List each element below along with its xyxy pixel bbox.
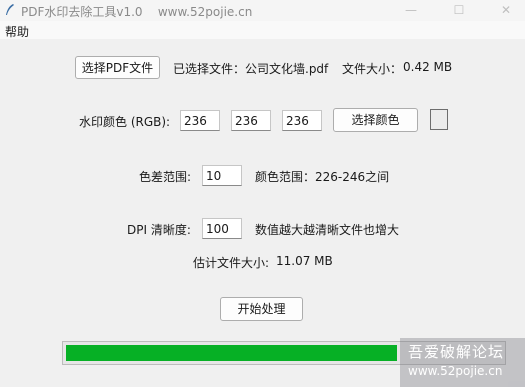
estimate-label: 估计文件大小: bbox=[193, 256, 270, 270]
feather-icon bbox=[6, 4, 14, 15]
site-watermark: 吾爱破解论坛 www.52pojie.cn bbox=[400, 338, 525, 387]
rgb-r-input[interactable] bbox=[180, 110, 220, 131]
menu-bar: 帮助 bbox=[0, 21, 525, 39]
select-pdf-button[interactable]: 选择PDF文件 bbox=[75, 56, 160, 79]
selected-file-label: 已选择文件： bbox=[173, 62, 246, 76]
watermark-line1: 吾爱破解论坛 bbox=[408, 343, 505, 361]
watermark-line2: www.52pojie.cn bbox=[408, 364, 503, 378]
file-size-label: 文件大小： bbox=[342, 62, 403, 76]
selected-file-name: 公司文化墙.pdf bbox=[245, 62, 329, 76]
minimize-button[interactable]: — bbox=[394, 0, 428, 21]
tolerance-input[interactable] bbox=[202, 165, 242, 186]
window-subtitle: www.52pojie.cn bbox=[157, 5, 253, 19]
color-range-value: 226-246之间 bbox=[315, 170, 390, 184]
rgb-b-input[interactable] bbox=[282, 110, 322, 131]
close-button[interactable]: ✕ bbox=[489, 0, 523, 21]
dpi-hint: 数值越大越清晰文件也增大 bbox=[255, 223, 400, 237]
file-size-value: 0.42 MB bbox=[403, 60, 453, 74]
color-range-label: 颜色范围： bbox=[255, 170, 316, 184]
watermark-color-label: 水印颜色 (RGB): bbox=[79, 115, 171, 129]
dpi-label: DPI 清晰度: bbox=[127, 223, 191, 237]
progress-fill bbox=[66, 345, 397, 361]
window-title: PDF水印去除工具v1.0 www.52pojie.cn bbox=[21, 5, 253, 19]
maximize-button[interactable]: ☐ bbox=[442, 0, 476, 21]
rgb-g-input[interactable] bbox=[231, 110, 271, 131]
title-bar: PDF水印去除工具v1.0 www.52pojie.cn — ☐ ✕ bbox=[0, 0, 525, 21]
start-button[interactable]: 开始处理 bbox=[220, 297, 303, 321]
tolerance-label: 色差范围: bbox=[139, 170, 192, 184]
pick-color-button[interactable]: 选择颜色 bbox=[333, 108, 418, 132]
color-swatch bbox=[430, 109, 448, 130]
dpi-input[interactable] bbox=[202, 218, 242, 239]
estimate-value: 11.07 MB bbox=[276, 254, 333, 268]
menu-help[interactable]: 帮助 bbox=[5, 23, 29, 40]
